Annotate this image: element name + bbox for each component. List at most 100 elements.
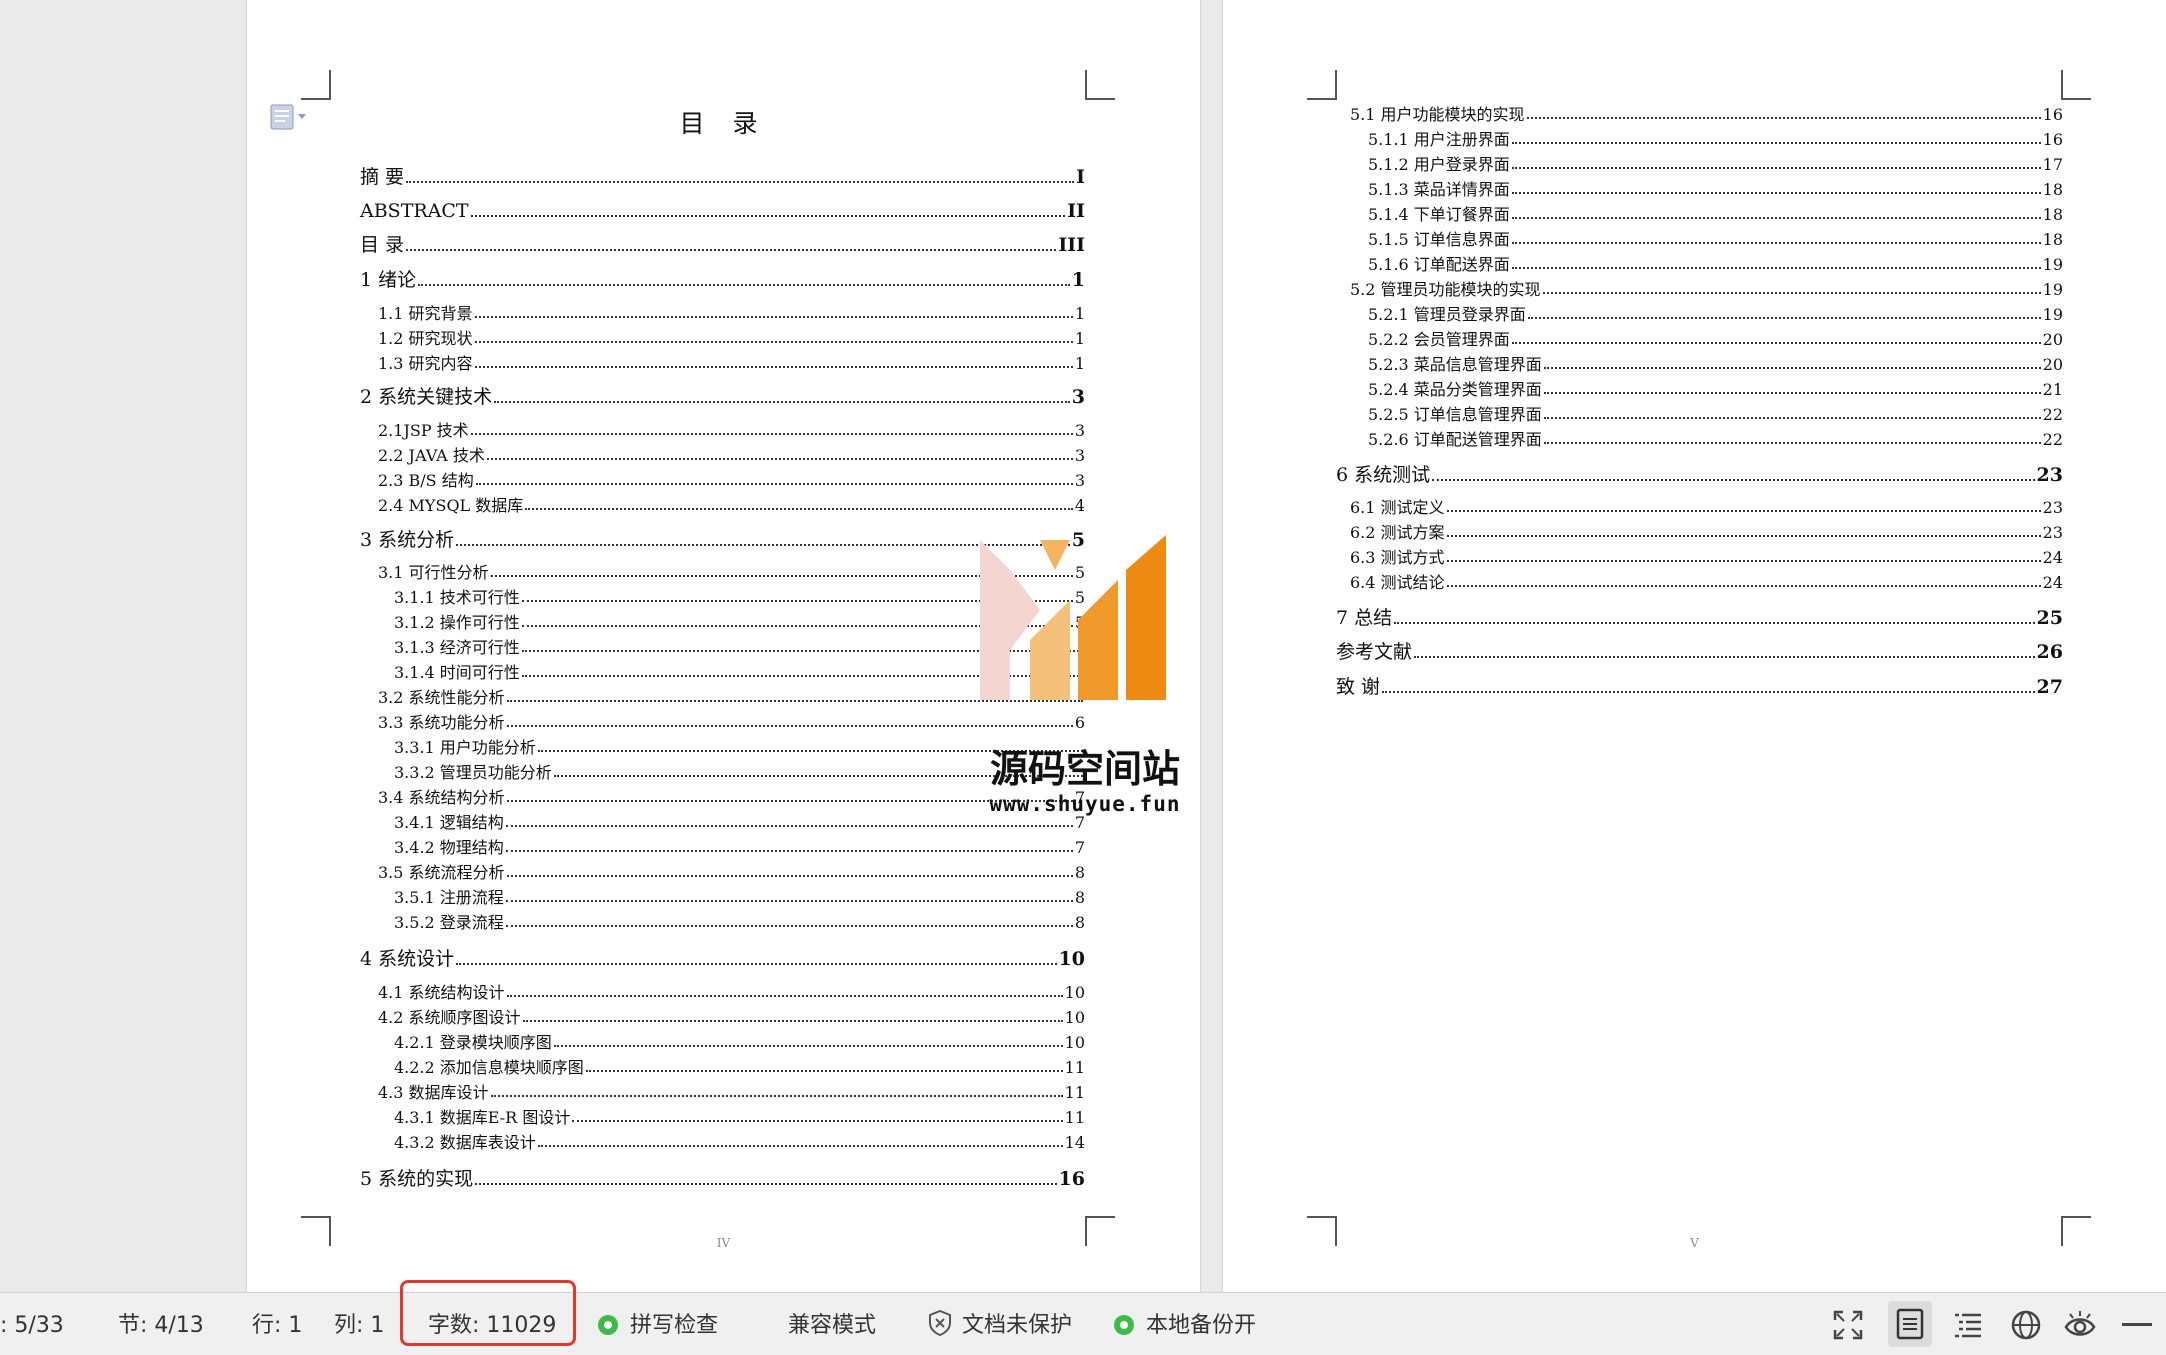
zoom-out-icon[interactable] <box>2122 1323 2152 1326</box>
toc-entry[interactable]: 6.2 测试方案 23 <box>1350 525 2063 541</box>
toc-entry[interactable]: 5.2.2 会员管理界面 20 <box>1368 332 2063 348</box>
status-bar: 页: 5/33 节: 4/13 行: 1 列: 1 字数: 11029 拼写检查… <box>0 1292 2166 1355</box>
toc-entry[interactable]: 3.4.2 物理结构 7 <box>394 840 1085 856</box>
toc-entry[interactable]: 目 录 III <box>360 236 1085 255</box>
toc-entry[interactable]: 4.3.1 数据库E-R 图设计 11 <box>394 1110 1085 1126</box>
eye-protection-icon[interactable] <box>2064 1309 2096 1341</box>
toc-leader-dots <box>470 433 1073 435</box>
toc-leader-dots <box>1511 142 2041 144</box>
toc-entry-page: 17 <box>2042 155 2063 174</box>
toc-entry[interactable]: 4 系统设计 10 <box>360 950 1085 969</box>
toc-entry[interactable]: 2.2 JAVA 技术 3 <box>378 448 1085 464</box>
toc-entry[interactable]: 2.4 MYSQL 数据库 4 <box>378 498 1085 514</box>
toc-entry[interactable]: 5.1.6 订单配送界面 19 <box>1368 257 2063 273</box>
toc-entry[interactable]: 5.2.3 菜品信息管理界面 20 <box>1368 357 2063 373</box>
toc-entry-label: 5.1.5 订单信息界面 <box>1368 230 1510 249</box>
fullscreen-icon[interactable] <box>1832 1309 1864 1341</box>
toc-entry-page: 7 <box>1074 838 1085 857</box>
column-indicator[interactable]: 列: 1 <box>334 1307 384 1339</box>
toc-entry[interactable]: 5.1.4 下单订餐界面 18 <box>1368 207 2063 223</box>
toc-entry-label: 5.2 管理员功能模块的实现 <box>1350 280 1541 299</box>
toc-leader-dots <box>1446 560 2041 562</box>
compat-mode-label[interactable]: 兼容模式 <box>788 1307 876 1339</box>
toc-entry[interactable]: 5.2.1 管理员登录界面 19 <box>1368 307 2063 323</box>
toc-entry[interactable]: 5.2 管理员功能模块的实现 19 <box>1350 282 2063 298</box>
toc-entry-page: 19 <box>2042 280 2063 299</box>
toc-entry[interactable]: 5.1.3 菜品详情界面 18 <box>1368 182 2063 198</box>
toc-leader-dots <box>1542 292 2041 294</box>
toc-entry-page: 3 <box>1074 421 1085 440</box>
outline-view-icon[interactable] <box>1952 1309 1984 1341</box>
toc-leader-dots <box>475 483 1073 485</box>
toc-leader-dots <box>1511 217 2041 219</box>
toc-entry[interactable]: 6.1 测试定义 23 <box>1350 500 2063 516</box>
toc-entry[interactable]: 摘 要I <box>360 168 1085 187</box>
crop-mark <box>301 70 331 100</box>
toc-entry[interactable]: 5.1 用户功能模块的实现 16 <box>1350 107 2063 123</box>
toc-entry[interactable]: 5 系统的实现 16 <box>360 1170 1085 1189</box>
page-view-button[interactable] <box>1888 1301 1932 1347</box>
toc-entry-label: 5.1.1 用户注册界面 <box>1368 130 1510 149</box>
toc-entry-page: 18 <box>2042 230 2063 249</box>
toc-entry[interactable]: 2.3 B/S 结构 3 <box>378 473 1085 489</box>
spell-check-button[interactable]: 拼写检查 <box>598 1307 718 1339</box>
toc-entry[interactable]: 1.3 研究内容 1 <box>378 356 1085 372</box>
toc-entry[interactable]: 2 系统关键技术 3 <box>360 388 1085 407</box>
section-indicator[interactable]: 节: 4/13 <box>118 1307 204 1339</box>
toc-entry[interactable]: 5.2.5 订单信息管理界面 22 <box>1368 407 2063 423</box>
toc-entry[interactable]: 5.1.5 订单信息界面 18 <box>1368 232 2063 248</box>
protection-button[interactable]: 文档未保护 <box>928 1307 1072 1339</box>
row-indicator[interactable]: 行: 1 <box>252 1307 302 1339</box>
toc-entry[interactable]: 4.3 数据库设计 11 <box>378 1085 1085 1101</box>
backup-button[interactable]: 本地备份开 <box>1114 1307 1256 1339</box>
toc-entry[interactable]: 7 总结 25 <box>1336 609 2063 628</box>
toc-leader-dots <box>1446 585 2041 587</box>
toc-leader-dots <box>1511 342 2041 344</box>
toc-entry-page: 25 <box>2036 607 2063 629</box>
toc-entry[interactable]: 4.2.1 登录模块顺序图 10 <box>394 1035 1085 1051</box>
toc-entry[interactable]: 5.2.4 菜品分类管理界面 21 <box>1368 382 2063 398</box>
toc-entry[interactable]: 3.5.2 登录流程 8 <box>394 915 1085 931</box>
toc-entry[interactable]: 致 谢 27 <box>1336 678 2063 697</box>
watermark-logo: 源码空间站 www.shuyue.fun <box>970 530 1200 820</box>
toc-entry[interactable]: 6 系统测试 23 <box>1336 466 2063 485</box>
toc-entry-label: 目 录 <box>360 234 405 256</box>
toc-entry[interactable]: 4.2.2 添加信息模块顺序图 11 <box>394 1060 1085 1076</box>
toc-entry[interactable]: 5.1.1 用户注册界面 16 <box>1368 132 2063 148</box>
toc-entry-label: 7 总结 <box>1336 607 1393 629</box>
toc-entry-page: 10 <box>1064 1008 1085 1027</box>
toc-entry-label: 5.1.6 订单配送界面 <box>1368 255 1510 274</box>
toc-entry-page: 8 <box>1074 913 1085 932</box>
toc-entry-page: 10 <box>1064 983 1085 1002</box>
toc-entry[interactable]: 1 绪论 1 <box>360 271 1085 290</box>
toc-entry-label: 1.2 研究现状 <box>378 329 473 348</box>
toc-entry[interactable]: ABSTRACT II <box>360 202 1085 221</box>
toc-entry[interactable]: 2.1JSP 技术 3 <box>378 423 1085 439</box>
toc-entry[interactable]: 参考文献 26 <box>1336 643 2063 662</box>
web-view-icon[interactable] <box>2010 1309 2042 1341</box>
toc-leader-dots <box>490 1095 1063 1097</box>
toc-entry-label: 4.3.2 数据库表设计 <box>394 1133 536 1152</box>
toc-entry[interactable]: 5.2.6 订单配送管理界面 22 <box>1368 432 2063 448</box>
toc-entry[interactable]: 1.1 研究背景 1 <box>378 306 1085 322</box>
toc-entry[interactable]: 4.3.2 数据库表设计 14 <box>394 1135 1085 1151</box>
document-page-right: 5.1 用户功能模块的实现 16 5.1.1 用户注册界面 16 5.1.2 用户登录界… <box>1223 0 2166 1292</box>
toc-entry[interactable]: 3.5.1 注册流程 8 <box>394 890 1085 906</box>
toc-leader-dots <box>1511 192 2041 194</box>
toc-entry-label: 2.1JSP 技术 <box>378 421 469 440</box>
toc-entry-label: 2.2 JAVA 技术 <box>378 446 485 465</box>
toc-leader-dots <box>553 1045 1063 1047</box>
toc-entry-page: 4 <box>1074 496 1085 515</box>
toc-entry-page: 11 <box>1064 1108 1085 1127</box>
toc-entry[interactable]: 1.2 研究现状 1 <box>378 331 1085 347</box>
toc-entry[interactable]: 6.3 测试方式 24 <box>1350 550 2063 566</box>
toc-leader-dots <box>1511 167 2041 169</box>
toc-entry-label: 6 系统测试 <box>1336 464 1431 486</box>
toc-entry[interactable]: 4.2 系统顺序图设计 10 <box>378 1010 1085 1026</box>
toc-entry[interactable]: 6.4 测试结论 24 <box>1350 575 2063 591</box>
page-indicator[interactable]: 页: 5/33 <box>0 1307 64 1339</box>
toc-entry[interactable]: 4.1 系统结构设计 10 <box>378 985 1085 1001</box>
toc-entry[interactable]: 5.1.2 用户登录界面 17 <box>1368 157 2063 173</box>
toc-leader-dots <box>406 249 1057 251</box>
toc-entry[interactable]: 3.5 系统流程分析 8 <box>378 865 1085 881</box>
